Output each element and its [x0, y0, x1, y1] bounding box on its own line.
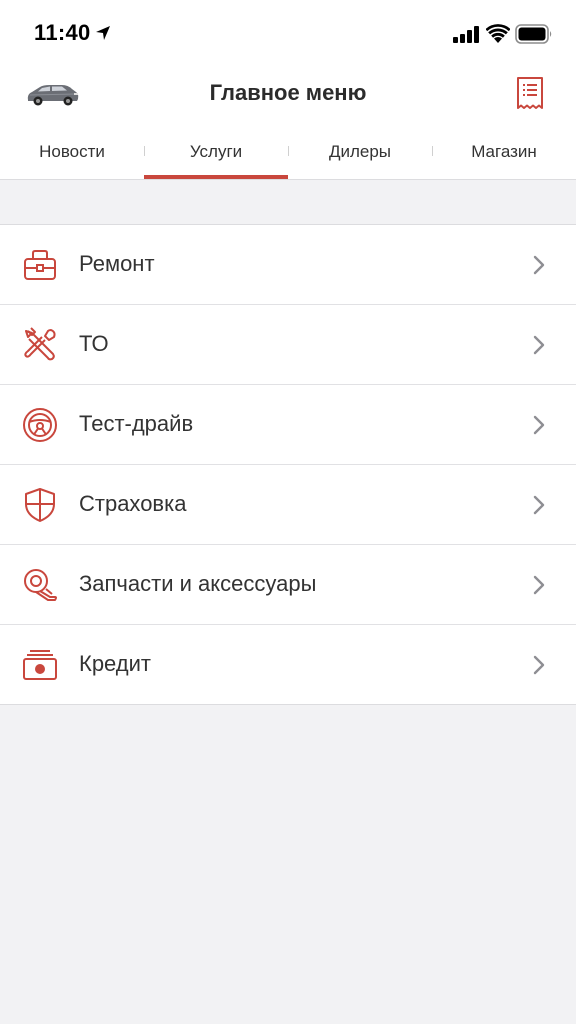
page-title: Главное меню [209, 80, 367, 105]
cash-icon [23, 650, 57, 680]
tab-services[interactable]: Услуги [144, 142, 288, 172]
chevron-right-icon [533, 255, 545, 275]
status-time: 11:40 [34, 20, 91, 45]
chevron-right-icon [533, 575, 545, 595]
chevron-right-icon [533, 655, 545, 675]
wrench-screwdriver-icon [24, 327, 56, 361]
item-label: Запчасти и аксессуары [79, 571, 317, 596]
steering-wheel-icon [23, 408, 57, 442]
list-item-parts[interactable]: Запчасти и аксессуары [0, 545, 576, 625]
tab-dealers[interactable]: Дилеры [288, 142, 432, 172]
item-label: Кредит [79, 651, 152, 676]
signal-icon [453, 26, 479, 43]
wifi-icon [486, 24, 510, 43]
services-list: Ремонт ТО Тест-драйв Страховка Запчасти … [0, 224, 576, 705]
active-tab-indicator [144, 175, 288, 179]
screen: 11:40 Главное меню Новости Услуги Дилеры… [0, 0, 576, 1024]
chevron-right-icon [533, 335, 545, 355]
battery-icon [515, 24, 552, 44]
list-item-insurance[interactable]: Страховка [0, 465, 576, 545]
item-label: Страховка [79, 491, 187, 516]
tab-news[interactable]: Новости [0, 142, 144, 172]
tab-shop[interactable]: Магазин [432, 142, 576, 172]
list-item-credit[interactable]: Кредит [0, 625, 576, 704]
list-item-test-drive[interactable]: Тест-драйв [0, 385, 576, 465]
header: Главное меню Новости Услуги Дилеры Магаз… [0, 64, 576, 180]
list-item-maintenance[interactable]: ТО [0, 305, 576, 385]
list-item-repair[interactable]: Ремонт [0, 225, 576, 305]
shield-icon [25, 488, 55, 522]
status-bar: 11:40 [0, 0, 576, 64]
chevron-right-icon [533, 415, 545, 435]
receipt-icon[interactable] [516, 76, 544, 110]
item-label: Ремонт [79, 251, 155, 276]
tab-bar: Новости Услуги Дилеры Магазин [0, 134, 576, 180]
chevron-right-icon [533, 495, 545, 515]
toolbox-icon [24, 250, 56, 280]
location-arrow-icon [96, 26, 110, 40]
item-label: ТО [79, 331, 109, 356]
item-label: Тест-драйв [79, 411, 194, 436]
parts-icon [24, 569, 57, 601]
